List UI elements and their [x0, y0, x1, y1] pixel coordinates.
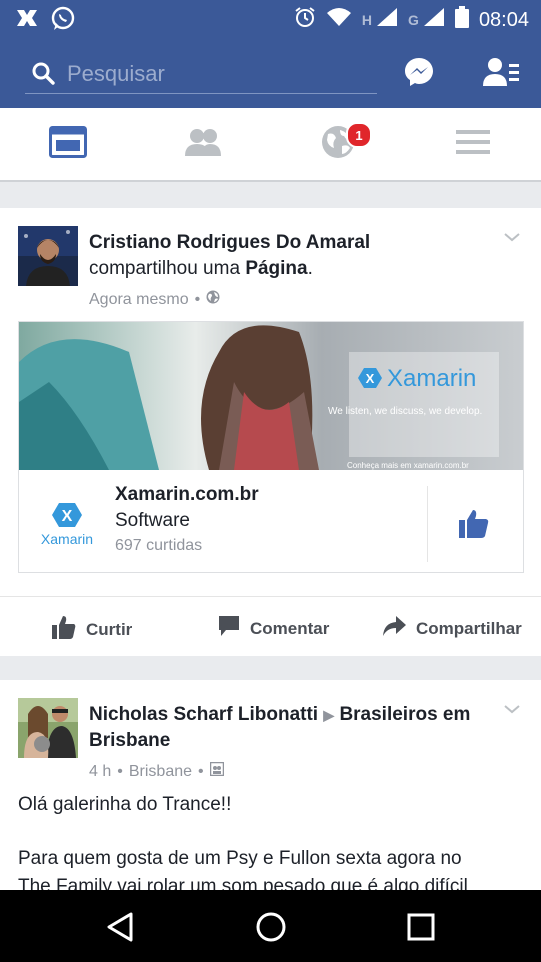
network-type-g: G — [408, 12, 419, 28]
android-nav-bar — [0, 890, 541, 962]
banner-tagline: We listen, we discuss, we develop. — [328, 406, 482, 417]
banner-footer: Conheça mais em xamarin.com.br — [347, 461, 469, 470]
tab-bar: 1 — [0, 108, 541, 182]
like-button[interactable]: Curtir — [52, 615, 132, 644]
status-time: 08:04 — [478, 8, 529, 31]
page-info: X Xamarin Xamarin.com.br Software 697 cu… — [19, 470, 523, 572]
banner-brand: Xamarin — [387, 365, 476, 392]
post-action-punct: . — [307, 258, 313, 279]
status-bar: H G 08:04 — [0, 0, 541, 36]
recent-apps-icon[interactable] — [407, 913, 435, 946]
friend-requests-icon[interactable] — [482, 56, 520, 93]
feed-post: Nicholas Scharf Libonatti ▶ Brasileiros … — [0, 680, 541, 897]
page-title[interactable]: Xamarin.com.br — [115, 484, 259, 506]
shared-object-link[interactable]: Página — [245, 258, 307, 279]
news-feed-icon — [48, 125, 87, 163]
post-action-text: compartilhou uma — [89, 258, 241, 279]
arrow-right-icon: ▶ — [323, 707, 335, 723]
share-label: Compartilhar — [416, 618, 522, 638]
battery-icon — [454, 6, 469, 34]
post-meta: Agora mesmo • — [89, 290, 220, 309]
messenger-icon[interactable] — [403, 56, 435, 93]
share-icon — [382, 615, 406, 642]
friends-icon — [184, 127, 222, 162]
app-notification-icon — [14, 6, 40, 37]
signal-icon-2 — [423, 7, 445, 33]
post-options-chevron-icon[interactable] — [503, 228, 521, 246]
page-category: Software — [115, 510, 190, 531]
alarm-icon — [294, 6, 316, 34]
post-location[interactable]: Brisbane — [129, 763, 192, 781]
home-icon[interactable] — [255, 911, 287, 948]
tab-news-feed[interactable] — [0, 108, 135, 180]
logo-text: Xamarin — [40, 531, 94, 547]
like-label: Curtir — [86, 619, 133, 639]
group-privacy-icon — [209, 761, 224, 781]
post-meta: 4 h • Brisbane • — [89, 761, 224, 781]
public-globe-icon — [206, 290, 220, 309]
search-input[interactable] — [65, 59, 369, 89]
top-search-bar — [0, 36, 541, 108]
tab-menu[interactable] — [405, 108, 540, 180]
back-icon[interactable] — [106, 912, 134, 947]
hamburger-menu-icon — [455, 129, 490, 160]
comment-icon — [218, 615, 240, 642]
thumbs-up-icon — [52, 615, 76, 644]
svg-text:X: X — [366, 371, 375, 386]
author-avatar[interactable] — [18, 698, 78, 758]
like-page-button[interactable] — [459, 508, 489, 543]
author-avatar[interactable] — [18, 226, 78, 286]
author-name[interactable]: Nicholas Scharf Libonatti — [89, 704, 318, 725]
meta-separator: • — [117, 762, 123, 780]
whatsapp-icon — [50, 6, 76, 37]
post-options-chevron-icon[interactable] — [503, 700, 521, 718]
svg-text:X: X — [62, 508, 73, 525]
post-actions: Curtir Comentar Compartilhar — [0, 596, 541, 657]
post-time[interactable]: 4 h — [89, 763, 111, 781]
divider — [427, 486, 428, 562]
comment-label: Comentar — [250, 618, 330, 638]
search-icon — [31, 61, 55, 90]
meta-separator: • — [198, 762, 204, 780]
page-cover-image[interactable]: X Xamarin We listen, we discuss, we deve… — [19, 322, 523, 470]
post-text-line: Olá galerinha do Trance!! — [18, 794, 232, 815]
share-button[interactable]: Compartilhar — [382, 615, 522, 642]
tab-friends[interactable] — [135, 108, 270, 180]
tab-notifications[interactable]: 1 — [270, 108, 405, 180]
xamarin-logo: X Xamarin — [35, 502, 99, 547]
network-type-h: H — [361, 12, 373, 28]
search-field[interactable] — [25, 53, 377, 94]
shared-page-card[interactable]: X Xamarin We listen, we discuss, we deve… — [18, 321, 524, 573]
notifications-badge: 1 — [346, 122, 372, 148]
meta-separator: • — [194, 290, 201, 308]
wifi-icon — [326, 7, 352, 33]
comment-button[interactable]: Comentar — [218, 615, 329, 642]
post-text-line: Para quem gosta de um Psy e Fullon sexta… — [18, 848, 462, 869]
author-name[interactable]: Cristiano Rodrigues Do Amaral — [89, 232, 370, 253]
post-time[interactable]: Agora mesmo — [89, 291, 189, 309]
page-likes: 697 curtidas — [115, 537, 203, 554]
feed-post: Cristiano Rodrigues Do Amaral compartilh… — [0, 208, 541, 656]
signal-icon — [376, 7, 398, 33]
